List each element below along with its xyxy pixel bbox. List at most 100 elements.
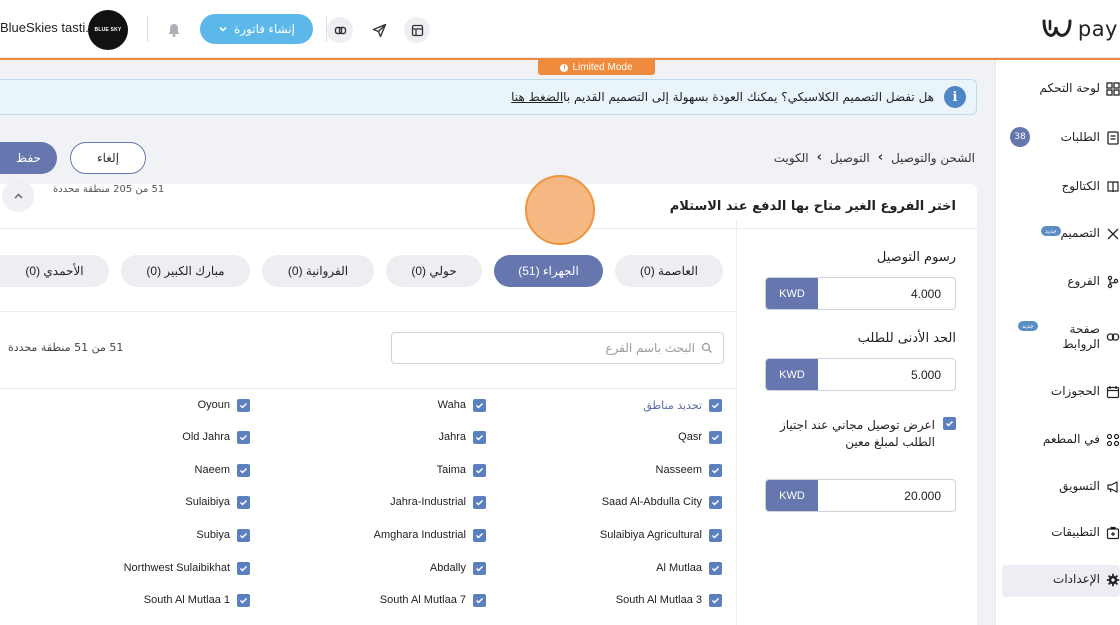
sidebar-item-orders[interactable]: الطلبات bbox=[1000, 130, 1120, 145]
breadcrumb: الشحن والتوصيل › التوصيل › الكويت bbox=[774, 150, 975, 165]
area-item[interactable]: Northwest Sulaibikhat bbox=[124, 560, 250, 576]
tab-mubarak-al-kabeer[interactable]: مبارك الكبير (0) bbox=[121, 255, 250, 287]
app-logo[interactable]: pay bbox=[1040, 14, 1118, 44]
sidebar: لوحة التحكم 38 الطلبات الكتالوج جديد الت… bbox=[995, 60, 1120, 625]
area-item[interactable]: Subiya bbox=[196, 527, 250, 543]
area-checkbox[interactable] bbox=[237, 398, 250, 412]
cursor-indicator bbox=[525, 175, 595, 245]
sidebar-item-links-page[interactable]: صفحة الروابط bbox=[1000, 322, 1120, 352]
collapse-button[interactable] bbox=[2, 180, 34, 212]
bell-icon[interactable] bbox=[161, 17, 187, 43]
cancel-button[interactable]: إلغاء bbox=[70, 142, 146, 174]
area-label: Qasr bbox=[678, 431, 702, 443]
area-checkbox[interactable] bbox=[237, 593, 250, 607]
tab-jahra[interactable]: الجهراء (51) bbox=[494, 255, 603, 287]
sidebar-item-label: التسويق bbox=[1059, 479, 1100, 493]
area-item[interactable]: Al Mutlaa bbox=[656, 560, 722, 576]
area-checkbox[interactable] bbox=[473, 430, 486, 444]
area-item[interactable]: Old Jahra bbox=[182, 429, 250, 445]
area-item[interactable]: Nasseem bbox=[656, 462, 722, 478]
area-checkbox[interactable] bbox=[237, 495, 250, 509]
sidebar-item-settings[interactable]: الإعدادات bbox=[1000, 572, 1120, 587]
tab-ahmadi[interactable]: الأحمدي (0) bbox=[0, 255, 109, 287]
info-icon: i bbox=[560, 63, 569, 72]
chevron-left-icon: › bbox=[816, 150, 823, 165]
area-item[interactable]: Amghara Industrial bbox=[374, 527, 486, 543]
sidebar-item-design[interactable]: التصميم bbox=[1000, 226, 1120, 241]
card-title: اختر الفروع الغير متاح بها الدفع عند الا… bbox=[670, 184, 956, 228]
store-icon[interactable] bbox=[404, 17, 430, 43]
classic-design-notice: i هل تفضل التصميم الكلاسيكي؟ يمكنك العود… bbox=[0, 79, 977, 115]
area-checkbox[interactable] bbox=[237, 561, 250, 575]
area-checkbox[interactable] bbox=[473, 398, 486, 412]
area-item[interactable]: Waha bbox=[438, 397, 486, 413]
tab-hawalli[interactable]: حولي (0) bbox=[386, 255, 482, 287]
store-avatar[interactable]: BLUE SKY bbox=[88, 10, 128, 50]
area-checkbox[interactable] bbox=[237, 463, 250, 477]
check-icon bbox=[711, 597, 720, 604]
area-checkbox[interactable] bbox=[473, 561, 486, 575]
area-item[interactable]: Oyoun bbox=[198, 397, 250, 413]
area-checkbox[interactable] bbox=[709, 593, 722, 607]
area-checkbox[interactable] bbox=[709, 528, 722, 542]
save-button[interactable]: حفظ bbox=[0, 142, 57, 174]
create-invoice-button[interactable]: إنشاء فاتورة bbox=[200, 14, 313, 44]
select-areas-toggle[interactable]: تحديد مناطق bbox=[643, 397, 722, 413]
area-checkbox[interactable] bbox=[473, 463, 486, 477]
area-item[interactable]: Naeem bbox=[195, 462, 250, 478]
copy-link-icon[interactable] bbox=[327, 17, 353, 43]
area-checkbox[interactable] bbox=[473, 528, 486, 542]
breadcrumb-item-shipping[interactable]: الشحن والتوصيل bbox=[891, 151, 975, 165]
area-item[interactable]: South Al Mutlaa 1 bbox=[144, 592, 250, 608]
sidebar-item-in-restaurant[interactable]: في المطعم bbox=[1000, 432, 1120, 447]
area-item[interactable]: South Al Mutlaa 7 bbox=[380, 592, 486, 608]
area-label: Waha bbox=[437, 399, 466, 411]
area-checkbox[interactable] bbox=[473, 593, 486, 607]
breadcrumb-item-delivery[interactable]: التوصيل bbox=[830, 151, 870, 165]
area-item[interactable]: Sulaibiya Agricultural bbox=[600, 527, 722, 543]
area-checkbox[interactable] bbox=[709, 463, 722, 477]
area-checkbox[interactable] bbox=[709, 561, 722, 575]
sidebar-item-bookings[interactable]: الحجوزات bbox=[1000, 384, 1120, 399]
area-checkbox[interactable] bbox=[709, 495, 722, 509]
free-delivery-value: 20.000 bbox=[904, 488, 941, 503]
area-item[interactable]: Jahra bbox=[438, 429, 486, 445]
area-item[interactable]: Abdally bbox=[430, 560, 486, 576]
send-icon[interactable] bbox=[366, 17, 392, 43]
sidebar-item-catalog[interactable]: الكتالوج bbox=[1000, 179, 1120, 194]
currency-label: KWD bbox=[766, 359, 818, 390]
area-label: South Al Mutlaa 7 bbox=[379, 594, 466, 606]
branch-search-input[interactable]: البحث باسم الفرع bbox=[391, 332, 724, 364]
area-item[interactable]: Jahra-Industrial bbox=[390, 494, 486, 510]
sidebar-item-label: التصميم bbox=[1060, 226, 1100, 240]
area-item[interactable]: Qasr bbox=[678, 429, 722, 445]
sidebar-item-marketing[interactable]: التسويق bbox=[1000, 479, 1120, 494]
area-item[interactable]: Saad Al-Abdulla City bbox=[602, 494, 722, 510]
area-checkbox[interactable] bbox=[237, 430, 250, 444]
sidebar-item-label: الطلبات bbox=[1060, 130, 1100, 144]
area-checkbox[interactable] bbox=[709, 398, 722, 412]
area-label: Old Jahra bbox=[182, 431, 230, 443]
store-name[interactable]: BlueSkies tasti... bbox=[0, 20, 96, 35]
area-checkbox[interactable] bbox=[473, 495, 486, 509]
switch-classic-link[interactable]: الضغط هنا bbox=[511, 90, 563, 104]
free-delivery-threshold-input[interactable]: KWD 20.000 bbox=[765, 479, 956, 512]
tab-farwaniya[interactable]: الفروانية (0) bbox=[262, 255, 374, 287]
delivery-fee-input[interactable]: KWD 4.000 bbox=[765, 277, 956, 310]
sidebar-item-label: صفحة الروابط bbox=[1062, 322, 1100, 351]
area-checkbox[interactable] bbox=[237, 528, 250, 542]
sidebar-item-label: لوحة التحكم bbox=[1039, 81, 1101, 95]
sidebar-item-dashboard[interactable]: لوحة التحكم bbox=[1000, 81, 1120, 96]
area-item[interactable]: Sulaibiya bbox=[185, 494, 250, 510]
sidebar-item-branches[interactable]: الفروع bbox=[1000, 274, 1120, 289]
sidebar-item-apps[interactable]: التطبيقات bbox=[1000, 525, 1120, 540]
area-label: Nasseem bbox=[655, 464, 702, 476]
tab-capital[interactable]: العاصمة (0) bbox=[615, 255, 723, 287]
free-delivery-checkbox[interactable] bbox=[943, 417, 956, 430]
area-label: Al Mutlaa bbox=[656, 562, 702, 574]
min-order-input[interactable]: KWD 5.000 bbox=[765, 358, 956, 391]
area-item[interactable]: Taima bbox=[437, 462, 486, 478]
area-item[interactable]: South Al Mutlaa 3 bbox=[616, 592, 722, 608]
area-checkbox[interactable] bbox=[709, 430, 722, 444]
free-delivery-option[interactable]: اعرض توصيل مجاني عند اجتياز الطلب لمبلغ … bbox=[756, 417, 956, 451]
